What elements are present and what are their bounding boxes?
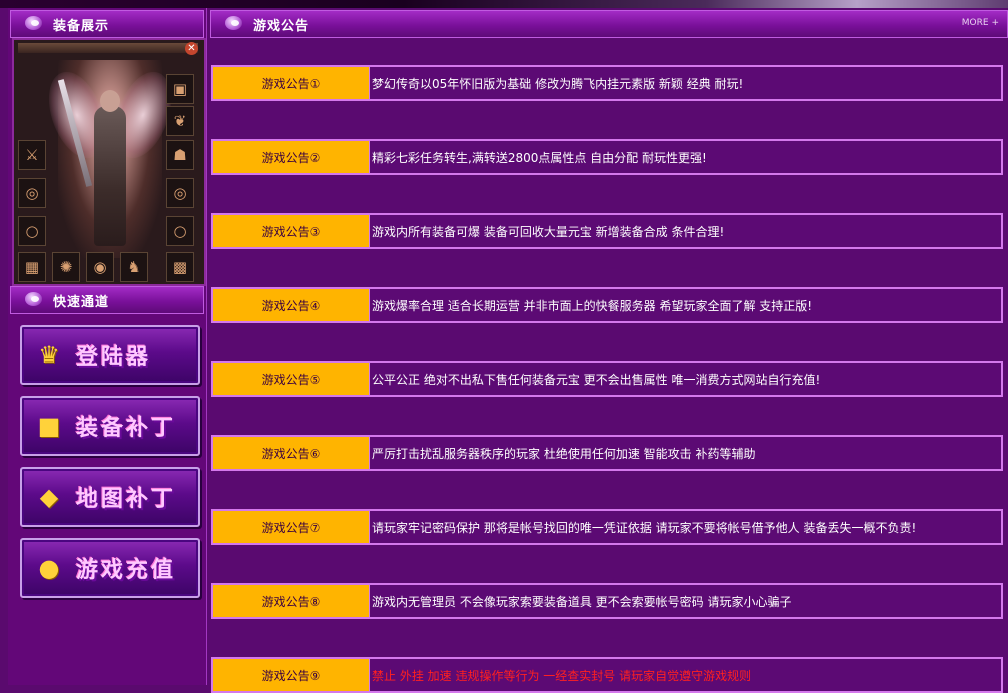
- equip-frame-top: [18, 43, 198, 53]
- helmet: [100, 90, 120, 112]
- ring-slot-icon[interactable]: ○: [18, 216, 46, 246]
- notice-row[interactable]: 游戏公告⑤ 公平公正 绝对不出私下售任何装备元宝 更不会出售属性 唯一消费方式网…: [211, 361, 1003, 397]
- notice-panel-header: 游戏公告 MORE +: [210, 10, 1008, 38]
- notice-text[interactable]: 严厉打击扰乱服务器秩序的玩家 杜绝使用任何加速 智能攻击 补药等辅助: [370, 437, 1001, 469]
- medal-slot-icon[interactable]: ◉: [86, 252, 114, 282]
- quick-panel-title: 快速通道: [53, 294, 110, 310]
- notice-text[interactable]: 游戏爆率合理 适合长期运营 并非市面上的快餐服务器 希望玩家全面了解 支持正版!: [370, 289, 1001, 321]
- mask-slot-icon[interactable]: ☗: [166, 140, 194, 170]
- quick-button-label: 地图补丁: [76, 487, 177, 512]
- quick-button-label: 装备补丁: [76, 416, 177, 441]
- notice-row[interactable]: 游戏公告⑧ 游戏内无管理员 不会像玩家索要装备道具 更不会索要帐号密码 请玩家小…: [211, 583, 1003, 619]
- more-link[interactable]: MORE +: [962, 18, 999, 28]
- quick-button-label: 登陆器: [76, 345, 152, 370]
- notice-text[interactable]: 请玩家牢记密码保护 那将是帐号找回的唯一凭证依据 请玩家不要将帐号借予他人 装备…: [370, 511, 1001, 543]
- equipment-patch-icon: ■: [37, 412, 61, 440]
- quick-panel-header: 快速通道: [10, 286, 204, 314]
- weapon-slot-icon[interactable]: ⚔: [18, 140, 46, 170]
- notice-row[interactable]: 游戏公告④ 游戏爆率合理 适合长期运营 并非市面上的快餐服务器 希望玩家全面了解…: [211, 287, 1003, 323]
- boots-slot-icon[interactable]: ♞: [120, 252, 148, 282]
- equipment-patch-button[interactable]: ■ 装备补丁: [20, 396, 200, 456]
- notice-text[interactable]: 公平公正 绝对不出私下售任何装备元宝 更不会出售属性 唯一消费方式网站自行充值!: [370, 363, 1001, 395]
- notice-text[interactable]: 梦幻传奇以05年怀旧版为基础 修改为腾飞内挂元素版 新颖 经典 耐玩!: [370, 67, 1001, 99]
- ring-right-slot-icon[interactable]: ○: [166, 216, 194, 246]
- gem-slot-icon[interactable]: ▩: [166, 252, 194, 282]
- notice-row[interactable]: 游戏公告⑨ 禁止 外挂 加速 违规操作等行为 一经查实封号 请玩家自觉遵守游戏规…: [211, 657, 1003, 693]
- top-banner-strip: [0, 0, 1008, 8]
- equipment-display: ✕ ⚔ ◎ ○ ▣ ❦ ☗ ◎ ○ ▦ ✺ ◉ ♞ ▩: [12, 38, 206, 286]
- coins-icon: ●: [38, 554, 60, 582]
- notice-row[interactable]: 游戏公告① 梦幻传奇以05年怀旧版为基础 修改为腾飞内挂元素版 新颖 经典 耐玩…: [211, 65, 1003, 101]
- notice-tag[interactable]: 游戏公告①: [213, 67, 370, 99]
- notice-panel-title: 游戏公告: [253, 18, 310, 34]
- game-recharge-button[interactable]: ● 游戏充值: [20, 538, 200, 598]
- notice-tag[interactable]: 游戏公告⑨: [213, 659, 370, 691]
- helmet-slot-icon[interactable]: ▣: [166, 74, 194, 104]
- speech-bubble-icon: [25, 292, 45, 308]
- speech-bubble-icon: [225, 16, 245, 32]
- notice-tag[interactable]: 游戏公告⑧: [213, 585, 370, 617]
- quick-button-label: 游戏充值: [76, 558, 177, 583]
- notice-text[interactable]: 游戏内所有装备可爆 装备可回收大量元宝 新增装备合成 条件合理!: [370, 215, 1001, 247]
- map-patch-button[interactable]: ◆ 地图补丁: [20, 467, 200, 527]
- notice-text[interactable]: 游戏内无管理员 不会像玩家索要装备道具 更不会索要帐号密码 请玩家小心骗子: [370, 585, 1001, 617]
- armor: [94, 106, 126, 246]
- notice-tag[interactable]: 游戏公告⑥: [213, 437, 370, 469]
- notice-text[interactable]: 禁止 外挂 加速 违规操作等行为 一经查实封号 请玩家自觉遵守游戏规则: [370, 659, 1001, 691]
- close-icon[interactable]: ✕: [185, 42, 198, 55]
- notice-row[interactable]: 游戏公告② 精彩七彩任务转生,满转送2800点属性点 自由分配 耐玩性更强!: [211, 139, 1003, 175]
- notice-tag[interactable]: 游戏公告⑤: [213, 363, 370, 395]
- character-figure: [38, 60, 182, 258]
- necklace-slot-icon[interactable]: ❦: [166, 106, 194, 136]
- notice-tag[interactable]: 游戏公告⑦: [213, 511, 370, 543]
- login-client-button[interactable]: ♛ 登陆器: [20, 325, 200, 385]
- notice-text[interactable]: 精彩七彩任务转生,满转送2800点属性点 自由分配 耐玩性更强!: [370, 141, 1001, 173]
- notice-tag[interactable]: 游戏公告③: [213, 215, 370, 247]
- map-patch-icon: ◆: [39, 483, 59, 511]
- notice-row[interactable]: 游戏公告⑥ 严厉打击扰乱服务器秩序的玩家 杜绝使用任何加速 智能攻击 补药等辅助: [211, 435, 1003, 471]
- notice-row[interactable]: 游戏公告③ 游戏内所有装备可爆 装备可回收大量元宝 新增装备合成 条件合理!: [211, 213, 1003, 249]
- equip-panel-header: 装备展示: [10, 10, 204, 38]
- login-icon: ♛: [38, 341, 60, 369]
- notice-tag[interactable]: 游戏公告②: [213, 141, 370, 173]
- amulet-slot-icon[interactable]: ✺: [52, 252, 80, 282]
- notice-tag[interactable]: 游戏公告④: [213, 289, 370, 321]
- notice-row[interactable]: 游戏公告⑦ 请玩家牢记密码保护 那将是帐号找回的唯一凭证依据 请玩家不要将帐号借…: [211, 509, 1003, 545]
- equip-panel-title: 装备展示: [53, 18, 110, 34]
- speech-bubble-icon: [25, 16, 45, 32]
- belt-slot-icon[interactable]: ▦: [18, 252, 46, 282]
- bracelet-right-slot-icon[interactable]: ◎: [166, 178, 194, 208]
- bracelet-slot-icon[interactable]: ◎: [18, 178, 46, 208]
